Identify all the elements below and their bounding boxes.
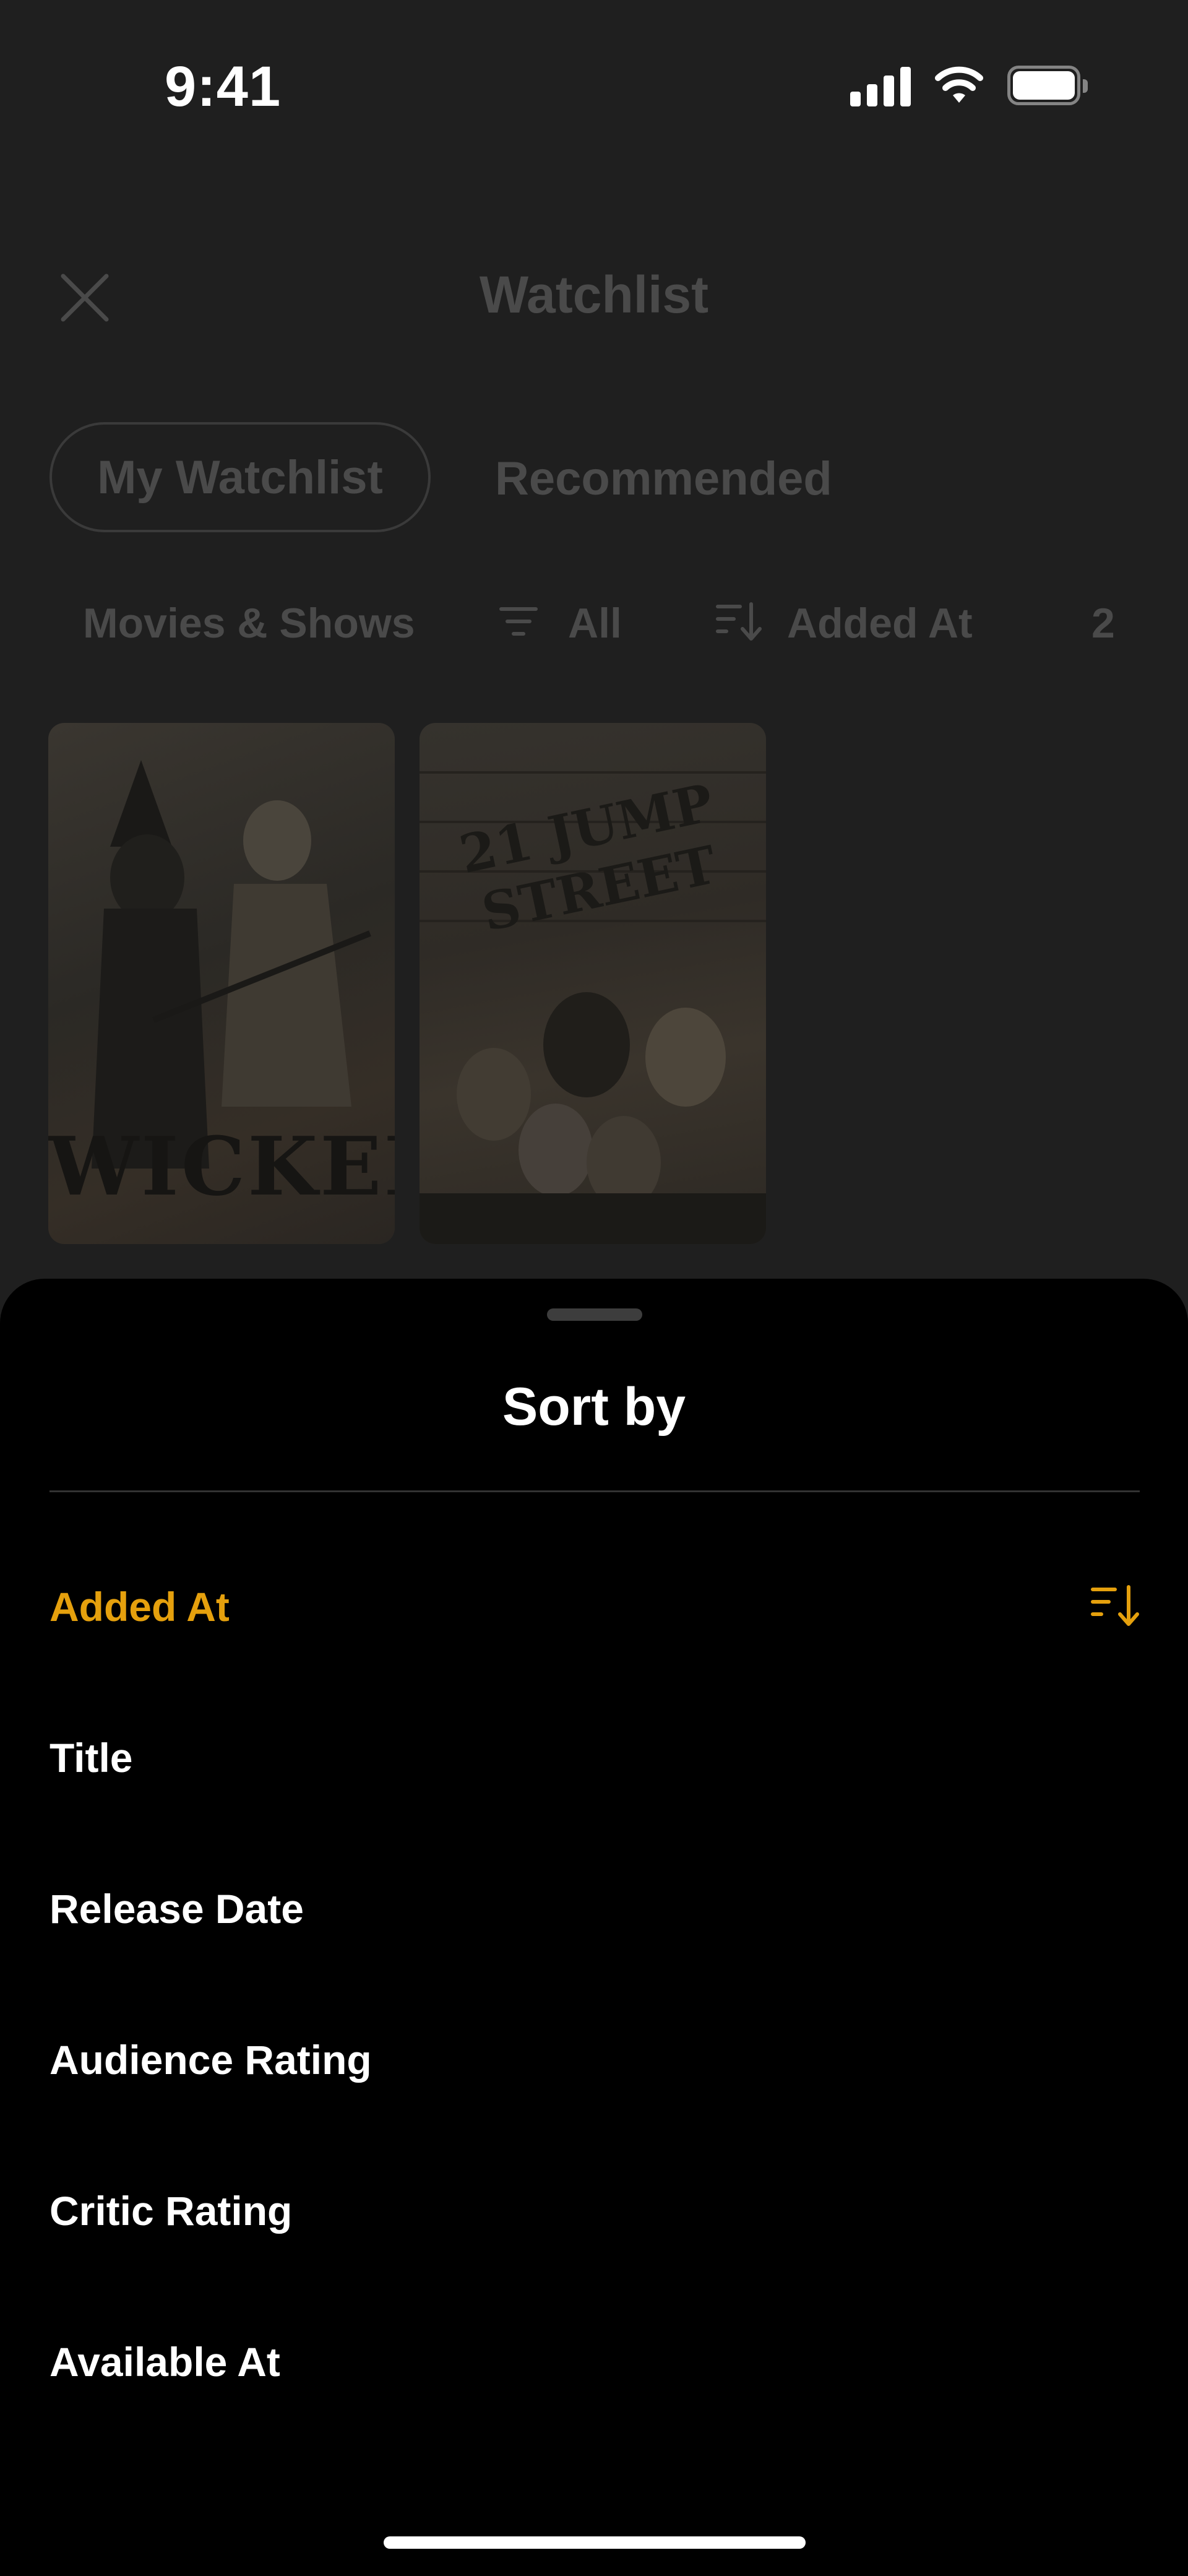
sort-option-available-at[interactable]: Available At [50,2300,1140,2424]
poster-wicked[interactable]: WICKED [48,723,395,1244]
sort-added-at-button[interactable]: Added At [787,599,973,647]
tab-my-watchlist[interactable]: My Watchlist [50,422,431,532]
sort-option-label: Added At [50,1584,230,1630]
sort-option-label: Release Date [50,1886,304,1932]
filter-all-button[interactable]: All [568,599,622,647]
sort-option-label: Title [50,1735,133,1781]
tab-recommended[interactable]: Recommended [495,452,832,506]
page-title: Watchlist [479,266,709,324]
status-bar: 9:41 [0,0,1188,173]
divider [50,1490,1140,1492]
sort-option-release-date[interactable]: Release Date [50,1847,1140,1971]
status-time: 9:41 [165,55,282,118]
wifi-icon [935,66,983,103]
home-indicator [384,2536,806,2549]
sheet-title: Sort by [502,1377,686,1437]
sheet-grabber[interactable] [547,1308,642,1321]
battery-icon [1007,66,1088,105]
filter-icon [499,607,538,636]
sort-option-added-at[interactable]: Added At [50,1545,1140,1669]
sort-option-label: Available At [50,2339,280,2385]
sort-option-label: Audience Rating [50,2037,372,2083]
item-count: 2 [1091,600,1115,647]
sort-option-label: Critic Rating [50,2188,293,2234]
sort-option-audience-rating[interactable]: Audience Rating [50,1998,1140,2122]
watchlist-screen: 9:41 Watchlist My Watchlist Recommended … [0,0,1188,2576]
sort-descending-icon [1091,1585,1139,1626]
poster-title: WICKED [48,1119,395,1214]
type-filter[interactable]: Movies & Shows [83,599,415,647]
cellular-signal-icon [850,66,912,106]
poster-21-jump-street[interactable]: 21 JUMP STREET [420,723,766,1244]
sort-option-critic-rating[interactable]: Critic Rating [50,2149,1140,2273]
sort-option-title[interactable]: Title [50,1696,1140,1820]
tab-label: My Watchlist [97,451,383,504]
sort-icon [716,602,762,641]
